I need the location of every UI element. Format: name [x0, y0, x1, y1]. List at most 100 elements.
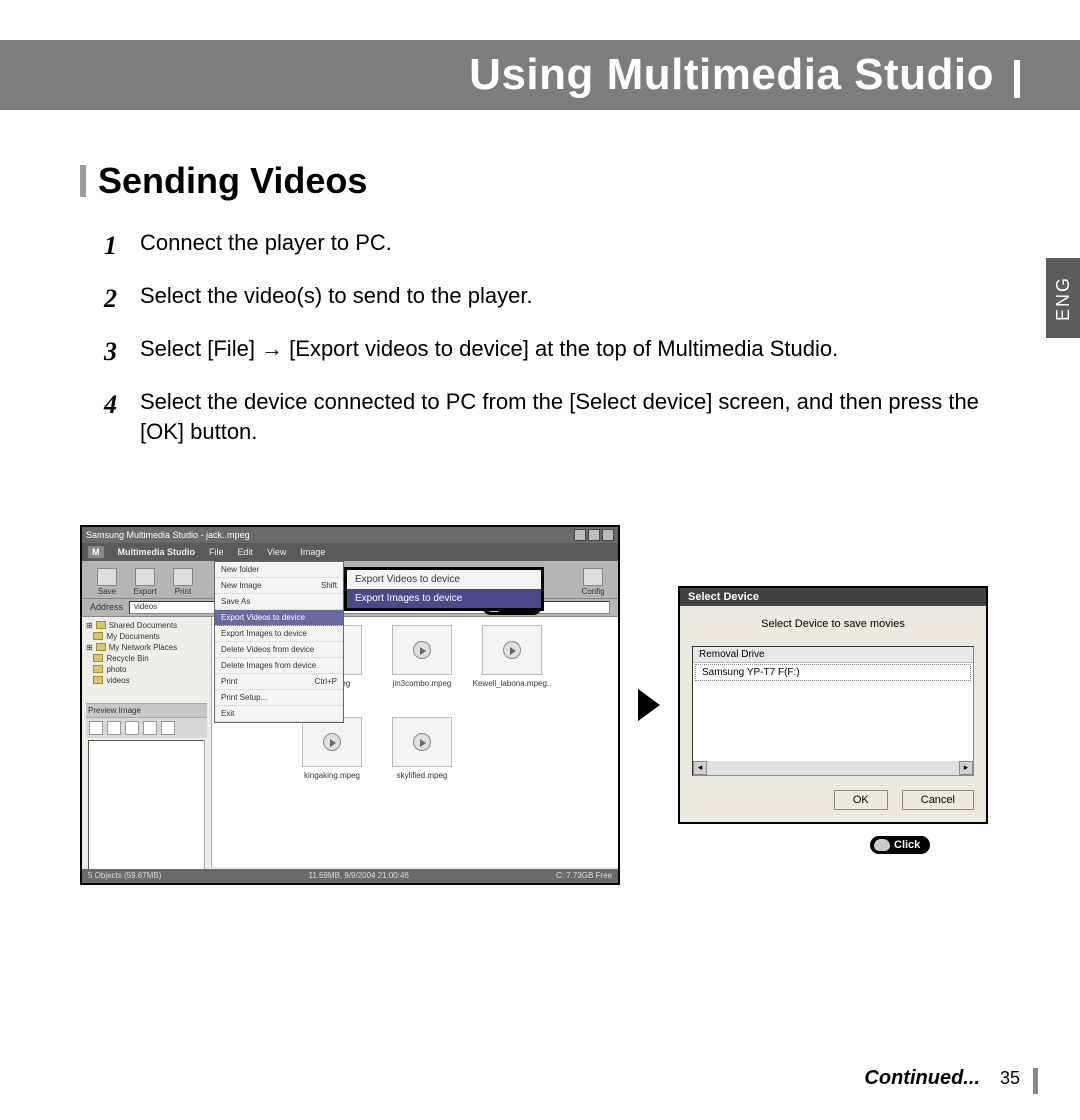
- app-titlebar: Samsung Multimedia Studio - jack..mpeg: [82, 527, 618, 543]
- menu-file[interactable]: File: [209, 547, 224, 557]
- minimize-icon[interactable]: [574, 529, 586, 541]
- scroll-left-icon[interactable]: ◂: [693, 761, 707, 775]
- menu-item-print[interactable]: PrintCtrl+P: [215, 674, 343, 690]
- video-thumb[interactable]: Kewell_labona.mpeg..: [472, 625, 552, 688]
- page-title: Using Multimedia Studio: [469, 50, 994, 100]
- app-menubar: M Multimedia Studio File Edit View Image: [82, 543, 618, 561]
- export-submenu: Export Videos to device Export Images to…: [344, 567, 544, 611]
- menu-item-export-videos[interactable]: Export Videos to device: [215, 610, 343, 626]
- zoom-out-icon[interactable]: [125, 721, 139, 735]
- language-label: ENG: [1053, 275, 1074, 320]
- steps-list: 1 Connect the player to PC. 2 Select the…: [80, 228, 1000, 447]
- header-band: Using Multimedia Studio: [0, 40, 1080, 110]
- tree-item[interactable]: My Documents: [86, 632, 207, 641]
- horizontal-scrollbar[interactable]: ◂ ▸: [693, 761, 973, 775]
- language-tab: ENG: [1046, 258, 1080, 338]
- video-thumb[interactable]: skylified.mpeg: [382, 717, 462, 780]
- cancel-button[interactable]: Cancel: [902, 790, 974, 810]
- step-number: 2: [104, 281, 134, 316]
- section-heading: Sending Videos: [80, 160, 1000, 202]
- step-text: Connect the player to PC.: [140, 228, 392, 263]
- step-item: 1 Connect the player to PC.: [104, 228, 1000, 263]
- step-text: Select [File] → [Export videos to device…: [140, 334, 838, 369]
- video-icon: [323, 733, 341, 751]
- zoom-fit-icon[interactable]: [143, 721, 157, 735]
- preview-tool-icon[interactable]: [161, 721, 175, 735]
- video-thumb[interactable]: jin3combo.mpeg: [382, 625, 462, 688]
- toolbar-config[interactable]: Config: [576, 568, 610, 596]
- window-controls: [574, 529, 614, 541]
- preview-toolbar: [86, 718, 207, 738]
- step-item: 4 Select the device connected to PC from…: [104, 387, 1000, 446]
- step-number: 4: [104, 387, 134, 446]
- step-number: 3: [104, 334, 134, 369]
- status-disk-free: C: 7.73GB Free: [556, 871, 612, 880]
- folder-icon: [93, 654, 103, 662]
- submenu-export-images[interactable]: Export Images to device: [347, 589, 541, 608]
- menu-item-delete-images[interactable]: Delete Images from device: [215, 658, 343, 674]
- menu-item-print-setup[interactable]: Print Setup...: [215, 690, 343, 706]
- video-thumb[interactable]: kingaking.mpeg: [292, 717, 372, 780]
- step-item: 3 Select [File] → [Export videos to devi…: [104, 334, 1000, 369]
- menu-edit[interactable]: Edit: [238, 547, 254, 557]
- video-icon: [413, 641, 431, 659]
- arrow-right-icon: [638, 689, 660, 721]
- tree-item[interactable]: videos: [86, 676, 207, 685]
- toolbar-print[interactable]: Print: [166, 568, 200, 596]
- list-column-header: Removal Drive: [693, 647, 973, 663]
- toolbar-export[interactable]: Export: [128, 568, 162, 596]
- select-device-dialog: Select Device Select Device to save movi…: [678, 586, 988, 824]
- export-icon: [135, 568, 155, 586]
- address-label: Address: [90, 602, 123, 612]
- tree-item[interactable]: photo: [86, 665, 207, 674]
- folder-icon: [96, 621, 106, 629]
- menu-item-delete-videos[interactable]: Delete Videos from device: [215, 642, 343, 658]
- step-text: Select the device connected to PC from t…: [140, 387, 1000, 446]
- step-item: 2 Select the video(s) to send to the pla…: [104, 281, 1000, 316]
- header-accent-bar: [1014, 60, 1020, 98]
- tree-item[interactable]: ⊞ My Network Places: [86, 643, 207, 652]
- folder-icon: [93, 665, 103, 673]
- step-text: Select the video(s) to send to the playe…: [140, 281, 533, 316]
- menu-item-exit[interactable]: Exit: [215, 706, 343, 722]
- menu-item-save-as[interactable]: Save As: [215, 594, 343, 610]
- ok-button[interactable]: OK: [834, 790, 888, 810]
- page-accent-bar: [1033, 1068, 1038, 1094]
- menu-item-export-images[interactable]: Export Images to device: [215, 626, 343, 642]
- tree-item[interactable]: Recycle Bin: [86, 654, 207, 663]
- toolbar-save[interactable]: Save: [90, 568, 124, 596]
- section-title-text: Sending Videos: [98, 160, 367, 202]
- app-logo: M: [88, 546, 104, 558]
- app-title-text: Samsung Multimedia Studio - jack..mpeg: [86, 530, 250, 540]
- file-menu-dropdown: New folder New ImageShift Save As Export…: [214, 561, 344, 723]
- config-icon: [583, 568, 603, 586]
- dialog-text: Select Device to save movies: [692, 618, 974, 630]
- dialog-title: Select Device: [680, 588, 986, 606]
- device-listbox[interactable]: Removal Drive Samsung YP-T7 F(F:) ◂ ▸: [692, 646, 974, 776]
- menu-view[interactable]: View: [267, 547, 286, 557]
- status-file-info: 11.69MB, 9/9/2004 21:00:46: [308, 871, 408, 880]
- menu-item-new-folder[interactable]: New folder: [215, 562, 343, 578]
- print-icon: [173, 568, 193, 586]
- close-icon[interactable]: [602, 529, 614, 541]
- app-brand: Multimedia Studio: [118, 547, 196, 557]
- folder-icon: [96, 643, 106, 651]
- status-bar: 5 Objects (59.67MB) 11.69MB, 9/9/2004 21…: [82, 869, 618, 883]
- page-footer: Continued... 35: [864, 1067, 1020, 1090]
- scroll-right-icon[interactable]: ▸: [959, 761, 973, 775]
- tree-item[interactable]: ⊞ Shared Documents: [86, 621, 207, 630]
- maximize-icon[interactable]: [588, 529, 600, 541]
- preview-tool-icon[interactable]: [89, 721, 103, 735]
- status-objects: 5 Objects (59.67MB): [88, 871, 161, 880]
- submenu-export-videos[interactable]: Export Videos to device: [347, 570, 541, 589]
- zoom-in-icon[interactable]: [107, 721, 121, 735]
- section-accent-bar: [80, 165, 86, 197]
- video-icon: [503, 641, 521, 659]
- step-number: 1: [104, 228, 134, 263]
- device-list-item[interactable]: Samsung YP-T7 F(F:): [695, 664, 971, 681]
- click-annotation: Click: [870, 836, 930, 854]
- continued-label: Continued...: [864, 1067, 980, 1090]
- folder-icon: [93, 676, 103, 684]
- menu-image[interactable]: Image: [300, 547, 325, 557]
- menu-item-new-image[interactable]: New ImageShift: [215, 578, 343, 594]
